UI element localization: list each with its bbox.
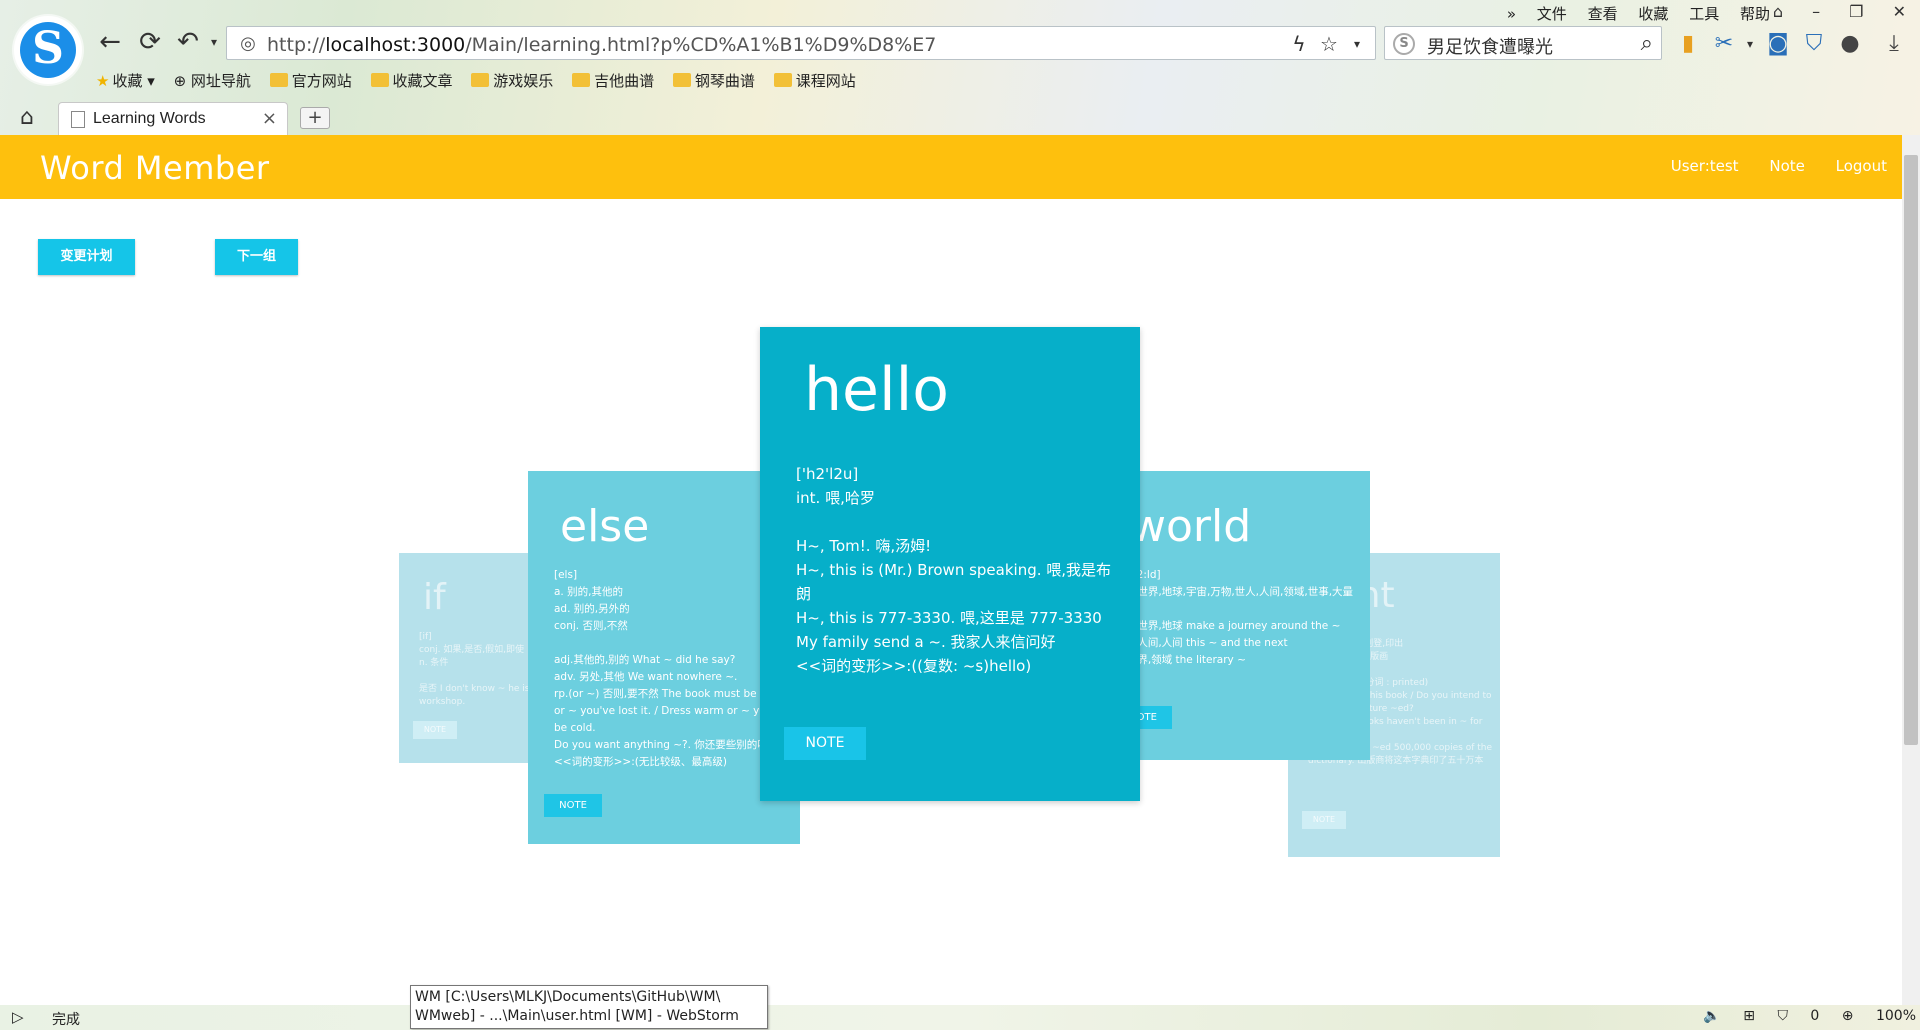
shield-icon[interactable]: ⛉: [1800, 30, 1828, 58]
navbar: Word Member User:test Note Logout: [0, 135, 1902, 199]
card-definition: [els] a. 别的,其他的 ad. 别的,另外的 conj. 否则,不然 a…: [554, 569, 793, 768]
word-card-hello[interactable]: hello ['h2'l2u] int. 喂,哈罗 H~, Tom!. 嗨,汤姆…: [760, 327, 1140, 801]
taskbar-tooltip: WM [C:\Users\MLKJ\Documents\GitHub\WM\ W…: [410, 985, 768, 1029]
new-tab-button[interactable]: +: [300, 107, 330, 129]
more-icon[interactable]: ●: [1836, 30, 1864, 58]
tab-strip: ⌂ Learning Words × +: [0, 102, 1920, 135]
card-word: else: [560, 501, 650, 552]
scrollbar-thumb[interactable]: [1904, 155, 1918, 745]
zoom-level[interactable]: ⊕ 100%: [1842, 1008, 1916, 1024]
folder-icon: [269, 73, 288, 87]
globe-icon: ⊕: [173, 72, 191, 90]
brand-title[interactable]: Word Member: [40, 149, 270, 187]
menu-bar: » 文件 查看 收藏 工具 帮助: [1491, 3, 1770, 24]
card-word: world: [1130, 501, 1252, 552]
nav-note[interactable]: Note: [1769, 157, 1805, 175]
note-button[interactable]: NOTE: [544, 794, 602, 817]
volume-icon[interactable]: 🔈: [1703, 1008, 1720, 1024]
bookmark-folder[interactable]: 官方网站: [269, 70, 352, 91]
note-button[interactable]: NOTE: [1302, 811, 1346, 829]
nav-links: User:test Note Logout: [1645, 157, 1887, 175]
search-query[interactable]: 男足饮食遭曝光: [1427, 33, 1553, 59]
card-definition: [w2:ld] n. 世界,地球,宇宙,万物,世人,人间,领域,世事,大量 n.…: [1124, 569, 1354, 666]
bookmark-folder[interactable]: 吉他曲谱: [572, 70, 654, 91]
undo-icon[interactable]: ↶: [174, 28, 202, 56]
menu-tools[interactable]: 工具: [1689, 5, 1719, 23]
change-plan-button[interactable]: 变更计划: [38, 239, 135, 275]
menu-file[interactable]: 文件: [1537, 5, 1567, 23]
search-engine-icon[interactable]: S: [1393, 33, 1415, 55]
search-icon[interactable]: ⌕: [1641, 31, 1653, 56]
bookmark-tool-icon[interactable]: ▮: [1674, 30, 1702, 58]
adblock-badge[interactable]: ⛉ 0: [1777, 1008, 1819, 1024]
nav-logout[interactable]: Logout: [1836, 157, 1887, 175]
star-icon[interactable]: ☆: [1317, 32, 1341, 56]
address-dropdown-icon[interactable]: ▾: [1345, 32, 1369, 56]
translate-icon[interactable]: ◙: [1764, 30, 1792, 58]
folder-icon: [773, 73, 792, 87]
bookmark-nav[interactable]: ⊕ 网址导航: [174, 70, 251, 91]
reload-icon[interactable]: ⟳: [136, 28, 164, 56]
scissors-dropdown-icon[interactable]: ▾: [1736, 30, 1764, 58]
download-icon[interactable]: ⤓: [1880, 30, 1908, 58]
star-icon: ★: [96, 72, 110, 90]
menu-favorites[interactable]: 收藏: [1638, 5, 1668, 23]
browser-logo-icon[interactable]: S: [14, 16, 82, 84]
note-button[interactable]: NOTE: [784, 727, 866, 760]
bookmarks-bar: ★ 收藏 ▾ ⊕ 网址导航 官方网站 收藏文章 游戏娱乐 吉他曲谱 钢琴曲谱 课程…: [96, 70, 870, 94]
scissors-icon[interactable]: ✂: [1710, 30, 1738, 58]
minimize-icon[interactable]: –: [1812, 2, 1820, 21]
folder-icon: [370, 73, 389, 87]
folder-icon: [672, 73, 691, 87]
page-content: Word Member User:test Note Logout 变更计划 下…: [0, 135, 1902, 1005]
card-word: hello: [804, 355, 949, 425]
back-icon[interactable]: ←: [96, 28, 124, 56]
tooltip-line: WMweb] - ...\Main\user.html [WM] - WebSt…: [415, 1008, 739, 1024]
bookmark-folder[interactable]: 收藏文章: [370, 70, 453, 91]
menu-expand-icon[interactable]: »: [1507, 5, 1516, 23]
close-tab-icon[interactable]: ×: [262, 108, 277, 129]
home-icon[interactable]: ⌂: [20, 105, 34, 130]
address-bar[interactable]: ◎ http://localhost:3000/Main/learning.ht…: [226, 26, 1376, 60]
bookmark-folder[interactable]: 钢琴曲谱: [672, 70, 755, 91]
browser-chrome: S ← ⟳ ↶ ▾ ◎ http://localhost:3000/Main/l…: [0, 0, 1920, 135]
secure-check-icon: ◎: [240, 33, 256, 54]
window-controls: ⌂ – ❐ ✕: [1749, 2, 1906, 21]
bookmark-favorites[interactable]: ★ 收藏 ▾: [96, 70, 155, 91]
next-group-button[interactable]: 下一组: [215, 239, 298, 275]
menu-view[interactable]: 查看: [1588, 5, 1618, 23]
note-button[interactable]: NOTE: [413, 721, 457, 739]
bookmark-folder[interactable]: 课程网站: [773, 70, 856, 91]
card-word: if: [423, 577, 446, 618]
restore-icon[interactable]: ❐: [1849, 2, 1863, 21]
status-bar: ▷ 完成 🔈 ⊞ ⛉ 0 ⊕ 100%: [0, 1005, 1920, 1030]
folder-icon: [471, 73, 490, 87]
lightning-icon[interactable]: ϟ: [1287, 32, 1311, 56]
tooltip-line: WM [C:\Users\MLKJ\Documents\GitHub\WM\: [415, 989, 721, 1005]
bookmark-folder[interactable]: 游戏娱乐: [471, 70, 553, 91]
network-icon[interactable]: ⊞: [1743, 1008, 1755, 1024]
address-url[interactable]: http://localhost:3000/Main/learning.html…: [267, 34, 936, 56]
status-text: 完成: [52, 1012, 80, 1028]
close-window-icon[interactable]: ✕: [1893, 2, 1906, 21]
tab-title: Learning Words: [93, 110, 206, 127]
nav-user[interactable]: User:test: [1671, 157, 1739, 175]
sidebar-toggle-icon[interactable]: ▷: [12, 1008, 24, 1026]
search-box[interactable]: S 男足饮食遭曝光 ⌕: [1384, 26, 1662, 60]
skin-icon[interactable]: ⌂: [1773, 2, 1783, 21]
status-right: 🔈 ⊞ ⛉ 0 ⊕ 100%: [1685, 1008, 1916, 1024]
card-definition: ['h2'l2u] int. 喂,哈罗 H~, Tom!. 嗨,汤姆! H~, …: [796, 465, 1112, 675]
vertical-scrollbar[interactable]: [1902, 135, 1920, 1005]
page-icon: [71, 111, 85, 128]
tab-learning-words[interactable]: Learning Words ×: [58, 102, 288, 135]
undo-dropdown-icon[interactable]: ▾: [200, 28, 228, 56]
folder-icon: [572, 73, 591, 87]
